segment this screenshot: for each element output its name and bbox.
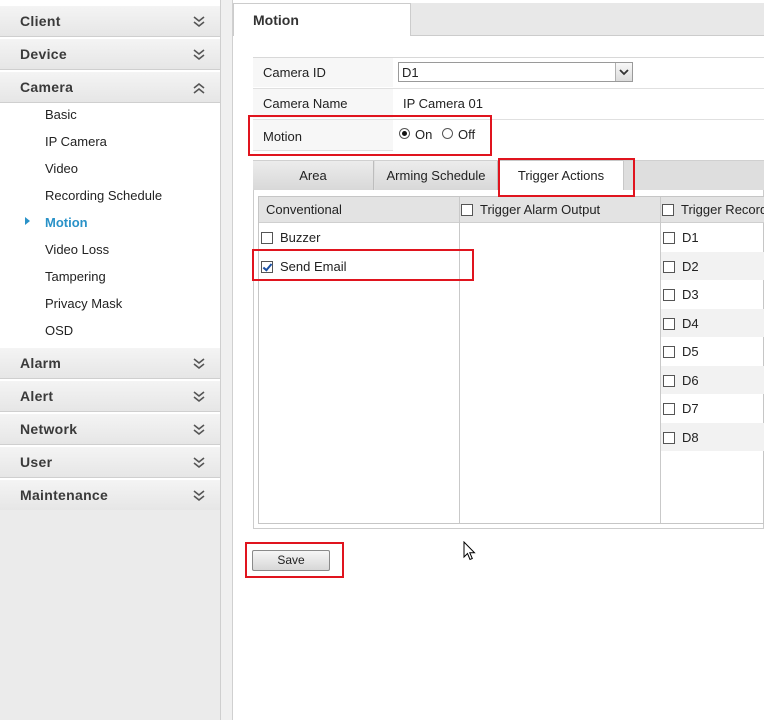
record-channel-label[interactable]: D5 [682,344,699,359]
page-title: Motion [253,12,299,28]
camera-id-value: D1 [402,65,419,80]
motion-on-label[interactable]: On [415,127,432,142]
sidebar-section-label: Client [20,13,61,29]
sidebar-item-ip-camera[interactable]: IP Camera [45,132,107,152]
alarm-output-header-label: Trigger Alarm Output [480,202,601,217]
sidebar-section-label: Network [20,421,78,437]
sidebar-section-camera[interactable]: Camera [0,71,220,103]
record-channel-label[interactable]: D4 [682,316,699,331]
sidebar-item-osd[interactable]: OSD [45,321,73,341]
mouse-pointer-icon [463,541,476,561]
column-divider [459,197,460,523]
tab-trigger-actions[interactable]: Trigger Actions [498,160,624,191]
sidebar-section-device[interactable]: Device [0,38,220,70]
sidebar-section-user[interactable]: User [0,446,220,478]
motion-off-label[interactable]: Off [458,127,475,142]
record-channel-row: D5 [661,338,764,366]
chevron-double-up-icon [193,82,205,94]
sidebar-item-tampering[interactable]: Tampering [45,267,106,287]
chevron-double-down-icon [193,490,205,502]
save-button[interactable]: Save [252,550,330,571]
motion-off-radio[interactable] [442,128,453,139]
sidebar-section-label: Camera [20,79,74,95]
motion-label: Motion [263,129,303,144]
sidebar-empty-area [0,510,220,720]
alarm-output-column-header: Trigger Alarm Output [460,197,660,223]
sidebar-item-privacy-mask[interactable]: Privacy Mask [45,294,122,314]
record-channel-label[interactable]: D2 [682,259,699,274]
chevron-double-down-icon [193,16,205,28]
chevron-double-down-icon [193,391,205,403]
tab-area[interactable]: Area [253,161,374,190]
chevron-double-down-icon [193,424,205,436]
chevron-double-down-icon [193,457,205,469]
sidebar-section-label: Alarm [20,355,62,371]
alarm-output-select-all-checkbox[interactable] [461,204,473,216]
sidebar-item-motion[interactable]: Motion [45,213,88,233]
sidebar-section-maintenance[interactable]: Maintenance [0,479,220,511]
motion-on-radio[interactable] [399,128,410,139]
record-channel-row: D8 [661,423,764,451]
record-channel-label[interactable]: D6 [682,373,699,388]
record-column-header: Trigger Recording [661,197,764,223]
sidebar-section-alarm[interactable]: Alarm [0,347,220,379]
record-channel-row: D2 [661,252,764,280]
record-channel-row: D3 [661,281,764,309]
record-channel-label[interactable]: D1 [682,230,699,245]
record-channel-label[interactable]: D7 [682,401,699,416]
camera-name-row: Camera Name IP Camera 01 [253,88,764,118]
record-channel-label[interactable]: D3 [682,287,699,302]
camera-name-label: Camera Name [263,96,348,111]
send-email-label[interactable]: Send Email [280,259,346,274]
buzzer-label[interactable]: Buzzer [280,230,320,245]
dropdown-button[interactable] [615,63,632,81]
camera-id-select[interactable]: D1 [398,62,633,82]
sidebar-item-basic[interactable]: Basic [45,105,77,125]
sidebar-section-label: Device [20,46,67,62]
record-channel-row: D1 [661,224,764,252]
conventional-column-header: Conventional [259,197,459,223]
record-channel-row: D6 [661,366,764,394]
record-channel-checkbox[interactable] [663,403,675,415]
sidebar-section-label: Maintenance [20,487,109,503]
chevron-down-icon [619,69,629,76]
record-select-all-checkbox[interactable] [662,204,674,216]
record-channel-checkbox[interactable] [663,261,675,273]
sidebar-section-label: User [20,454,53,470]
buzzer-checkbox[interactable] [261,232,273,244]
active-item-arrow-icon [25,217,30,225]
camera-id-label: Camera ID [263,65,326,80]
camera-name-value: IP Camera 01 [403,96,483,111]
record-channel-checkbox[interactable] [663,289,675,301]
chevron-double-down-icon [193,358,205,370]
record-channel-label[interactable]: D8 [682,430,699,445]
record-header-label: Trigger Recording [681,202,764,217]
sidebar-item-recording-schedule[interactable]: Recording Schedule [45,186,162,206]
record-channel-checkbox[interactable] [663,375,675,387]
sidebar-item-video[interactable]: Video [45,159,78,179]
record-channel-row: D7 [661,395,764,423]
record-channel-checkbox[interactable] [663,432,675,444]
sidebar-item-video-loss[interactable]: Video Loss [45,240,109,260]
page-tab-motion[interactable]: Motion [233,3,411,36]
record-channel-checkbox[interactable] [663,346,675,358]
sidebar: Client Device Camera Basic IP Camera Vid… [0,0,221,720]
record-channel-checkbox[interactable] [663,318,675,330]
sidebar-section-network[interactable]: Network [0,413,220,445]
send-email-checkbox[interactable] [261,261,273,273]
conventional-header-label: Conventional [266,202,342,217]
sidebar-section-client[interactable]: Client [0,5,220,37]
tab-arming-schedule[interactable]: Arming Schedule [375,161,498,190]
sidebar-section-alert[interactable]: Alert [0,380,220,412]
sidebar-section-label: Alert [20,388,54,404]
record-channel-checkbox[interactable] [663,232,675,244]
motion-row: Motion [253,119,764,151]
chevron-double-down-icon [193,49,205,61]
record-channel-row: D4 [661,309,764,337]
